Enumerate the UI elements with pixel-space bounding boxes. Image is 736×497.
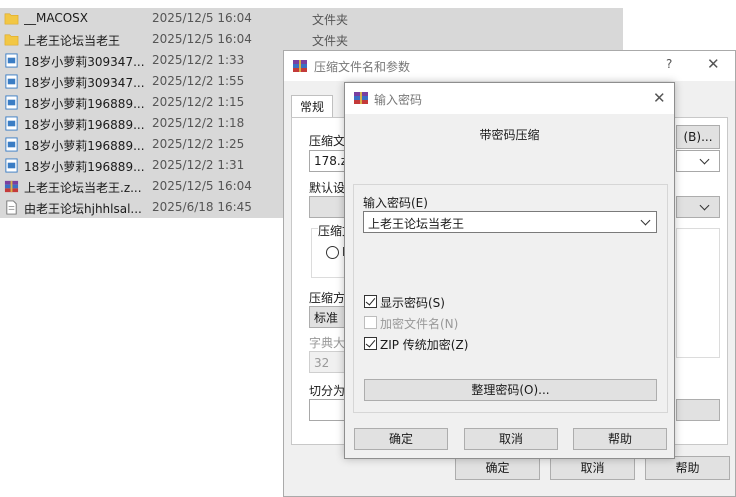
image-file-icon — [5, 53, 18, 68]
winrar-icon — [293, 60, 307, 72]
close-icon[interactable]: ✕ — [707, 55, 720, 73]
compress-dialog-titlebar[interactable]: 压缩文件名和参数 ? ✕ — [284, 51, 735, 81]
cancel-button[interactable]: 取消 — [464, 428, 558, 450]
folder-icon — [4, 13, 19, 25]
archive-name-label: 压缩文 — [309, 134, 346, 148]
method-label: 压缩方 — [309, 291, 346, 305]
help-button[interactable]: 帮助 — [573, 428, 667, 450]
image-file-icon — [5, 95, 18, 110]
dictionary-label: 字典大 — [309, 336, 346, 350]
tab-general[interactable]: 常规 — [291, 95, 334, 117]
cancel-button[interactable]: 取消 — [550, 456, 635, 480]
profile-dropdown[interactable] — [676, 196, 720, 218]
file-name: 18岁小萝莉196889... — [24, 118, 144, 132]
file-name: 由老王论坛hjhhlsal... — [24, 202, 142, 216]
options-group — [676, 228, 720, 358]
chevron-down-icon — [699, 200, 710, 211]
encrypt-filenames-checkbox[interactable] — [364, 316, 377, 329]
image-file-icon — [5, 137, 18, 152]
folder-icon — [4, 34, 19, 46]
zip-legacy-checkbox[interactable] — [364, 337, 377, 350]
file-date: 2025/12/5 16:04 — [152, 179, 252, 193]
split-unit-select[interactable] — [676, 399, 720, 421]
file-date: 2025/12/2 1:33 — [152, 53, 245, 67]
image-file-icon — [5, 116, 18, 131]
file-date: 2025/12/5 16:04 — [152, 11, 252, 25]
file-name: 上老王论坛当老王.z... — [24, 181, 142, 195]
file-name: 18岁小萝莉196889... — [24, 139, 144, 153]
file-type: 文件夹 — [312, 34, 349, 48]
chevron-down-icon — [640, 215, 651, 226]
file-name: 18岁小萝莉196889... — [24, 97, 144, 111]
show-password-checkbox[interactable] — [364, 295, 377, 308]
file-date: 2025/6/18 16:45 — [152, 200, 252, 214]
password-label: 输入密码(E) — [363, 196, 428, 210]
file-name: 18岁小萝莉196889... — [24, 160, 144, 174]
file-name: 18岁小萝莉309347... — [24, 76, 144, 90]
file-name: __MACOSX — [24, 11, 89, 25]
ok-button[interactable]: 确定 — [354, 428, 448, 450]
help-icon[interactable]: ? — [666, 57, 672, 71]
file-date: 2025/12/2 1:31 — [152, 158, 245, 172]
zip-legacy-label: ZIP 传统加密(Z) — [380, 338, 469, 352]
password-dialog-titlebar[interactable]: 输入密码 ✕ — [345, 83, 674, 114]
show-password-label: 显示密码(S) — [380, 296, 445, 310]
close-icon[interactable]: ✕ — [653, 89, 666, 107]
archive-name-dropdown[interactable] — [676, 150, 720, 172]
password-input[interactable]: 上老王论坛当老王 — [363, 211, 657, 233]
split-label: 切分为 — [309, 384, 346, 398]
file-date: 2025/12/2 1:18 — [152, 116, 245, 130]
password-dialog: 输入密码 ✕ 带密码压缩 输入密码(E) 上老王论坛当老王 显示密码(S) 加密… — [344, 82, 675, 459]
encrypt-filenames-label: 加密文件名(N) — [380, 317, 459, 331]
file-date: 2025/12/2 1:15 — [152, 95, 245, 109]
file-name: 上老王论坛当老王 — [24, 34, 121, 48]
file-type: 文件夹 — [312, 13, 349, 27]
password-dialog-title: 输入密码 — [374, 93, 423, 107]
file-name: 18岁小萝莉309347... — [24, 55, 144, 69]
file-date: 2025/12/2 1:25 — [152, 137, 245, 151]
image-file-icon — [5, 158, 18, 173]
file-row[interactable]: __MACOSX 2025/12/5 16:04 文件夹 — [0, 8, 623, 29]
text-file-icon — [6, 200, 17, 215]
file-date: 2025/12/2 1:55 — [152, 74, 245, 88]
winrar-icon — [354, 92, 368, 104]
file-date: 2025/12/5 16:04 — [152, 32, 252, 46]
default-profile-label: 默认设 — [309, 181, 346, 195]
help-button[interactable]: 帮助 — [645, 456, 730, 480]
browse-button[interactable]: (B)... — [676, 125, 720, 149]
chevron-down-icon — [699, 154, 710, 165]
organize-passwords-button[interactable]: 整理密码(O)... — [364, 379, 657, 401]
image-file-icon — [5, 74, 18, 89]
format-radio-rar[interactable] — [326, 246, 339, 259]
ok-button[interactable]: 确定 — [455, 456, 540, 480]
compress-dialog-title: 压缩文件名和参数 — [314, 60, 411, 74]
dialog-heading: 带密码压缩 — [479, 128, 540, 142]
file-row[interactable]: 上老王论坛当老王 2025/12/5 16:04 文件夹 — [0, 29, 623, 50]
winrar-archive-icon — [4, 180, 19, 193]
password-value: 上老王论坛当老王 — [368, 217, 465, 231]
